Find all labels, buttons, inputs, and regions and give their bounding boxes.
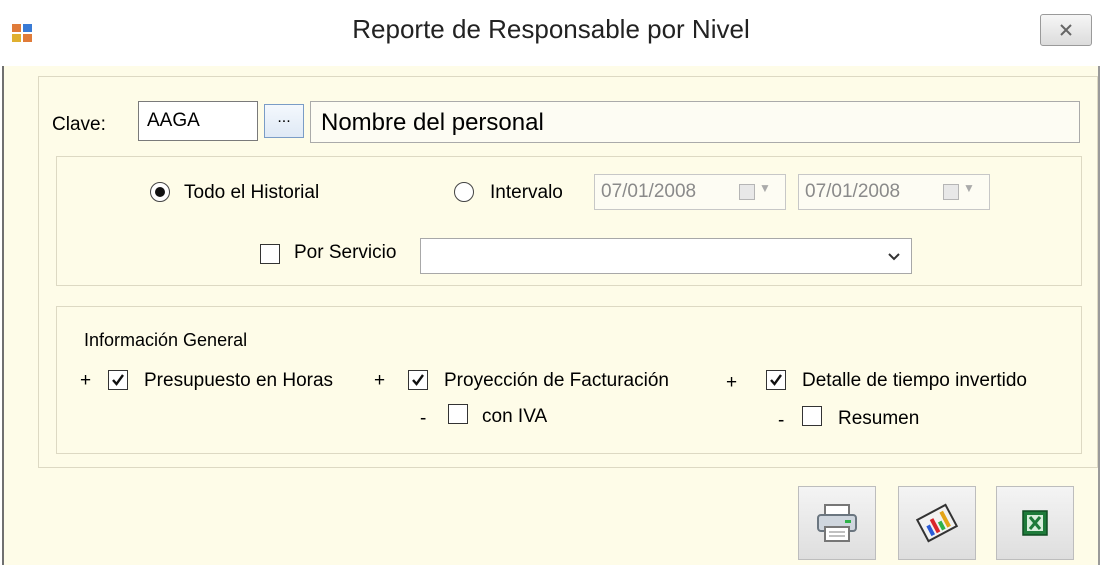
- printer-icon: [817, 504, 857, 542]
- fecha-inicio-value: 07/01/2008: [601, 181, 697, 202]
- report-chart-button[interactable]: [898, 486, 976, 560]
- expand-marker: +: [726, 372, 738, 393]
- calendar-icon: [943, 184, 959, 200]
- close-button[interactable]: [1040, 14, 1092, 46]
- collapse-marker: -: [420, 408, 427, 429]
- fecha-fin-picker[interactable]: 07/01/2008 ▼: [798, 174, 990, 210]
- todo-historial-radio[interactable]: [150, 182, 170, 202]
- personal-name-value: Nombre del personal: [321, 109, 544, 136]
- clave-label: Clave:: [52, 114, 106, 135]
- intervalo-label: Intervalo: [490, 182, 563, 203]
- excel-icon: [1022, 510, 1048, 536]
- con-iva-label: con IVA: [482, 406, 548, 427]
- expand-marker: +: [374, 370, 386, 391]
- report-chart-icon: [915, 503, 959, 543]
- detalle-tiempo-label: Detalle de tiempo invertido: [802, 370, 1027, 391]
- window-title: Reporte de Responsable por Nivel: [352, 14, 750, 44]
- export-excel-button[interactable]: [996, 486, 1074, 560]
- browse-personal-button[interactable]: ...: [264, 104, 304, 138]
- chevron-down-icon: [888, 253, 900, 261]
- por-servicio-label: Por Servicio: [294, 242, 397, 263]
- por-servicio-checkbox[interactable]: [260, 244, 280, 264]
- proyeccion-facturacion-label: Proyección de Facturación: [444, 370, 669, 391]
- resumen-label: Resumen: [838, 408, 920, 429]
- presupuesto-horas-checkbox[interactable]: [108, 370, 128, 390]
- print-button[interactable]: [798, 486, 876, 560]
- fecha-fin-value: 07/01/2008: [805, 181, 901, 202]
- window-body: Clave: AAGA ... Nombre del personal Todo…: [2, 66, 1100, 565]
- detalle-tiempo-checkbox[interactable]: [766, 370, 786, 390]
- presupuesto-horas-label: Presupuesto en Horas: [144, 370, 334, 391]
- check-icon: [112, 374, 124, 386]
- check-icon: [770, 374, 782, 386]
- personal-name-field: Nombre del personal: [310, 101, 1080, 143]
- chevron-down-icon: ▼: [759, 181, 771, 195]
- calendar-icon: [739, 184, 755, 200]
- todo-historial-label: Todo el Historial: [184, 182, 320, 203]
- expand-marker: +: [80, 370, 92, 391]
- proyeccion-facturacion-checkbox[interactable]: [408, 370, 428, 390]
- clave-input[interactable]: AAGA: [138, 101, 258, 141]
- info-general-title: Información General: [84, 330, 248, 350]
- chevron-down-icon: ▼: [963, 181, 975, 195]
- close-icon: [1060, 24, 1072, 36]
- title-bar: Reporte de Responsable por Nivel: [0, 0, 1102, 66]
- con-iva-checkbox[interactable]: [448, 404, 468, 424]
- clave-value: AAGA: [147, 110, 200, 131]
- fecha-inicio-picker[interactable]: 07/01/2008 ▼: [594, 174, 786, 210]
- collapse-marker: -: [778, 410, 785, 431]
- intervalo-radio[interactable]: [454, 182, 474, 202]
- servicio-select[interactable]: [420, 238, 912, 274]
- check-icon: [412, 374, 424, 386]
- resumen-checkbox[interactable]: [802, 406, 822, 426]
